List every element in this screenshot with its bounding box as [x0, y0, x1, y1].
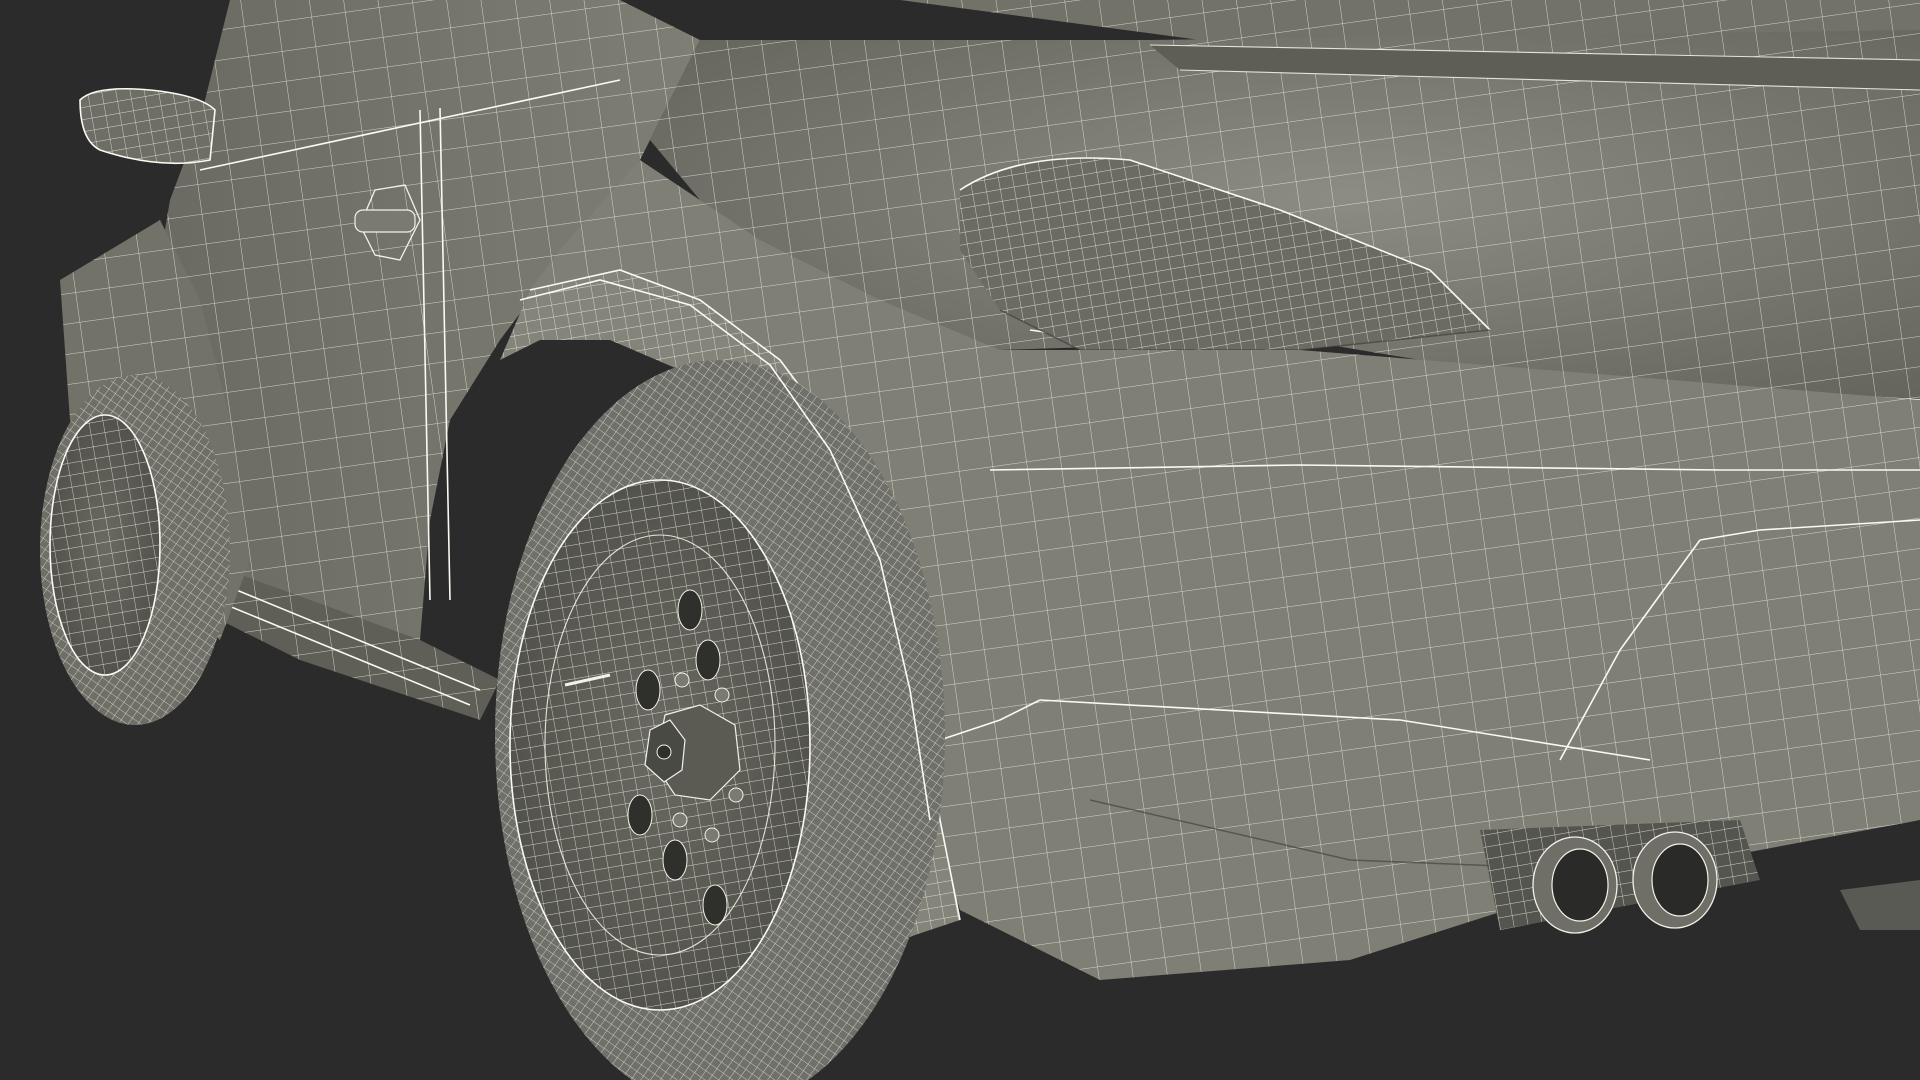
rear-wheel: [495, 360, 945, 1080]
exhaust-tip-right: [1632, 831, 1718, 929]
underbody: [1840, 880, 1920, 930]
car-wireframe-render: [40, 0, 1920, 1080]
exhaust-tip-left: [1532, 836, 1618, 934]
side-mirror: [79, 87, 216, 165]
render-viewport: [0, 0, 1920, 1080]
twin-exhaust-pipes: [1480, 820, 1760, 934]
front-wheel: [40, 375, 230, 725]
